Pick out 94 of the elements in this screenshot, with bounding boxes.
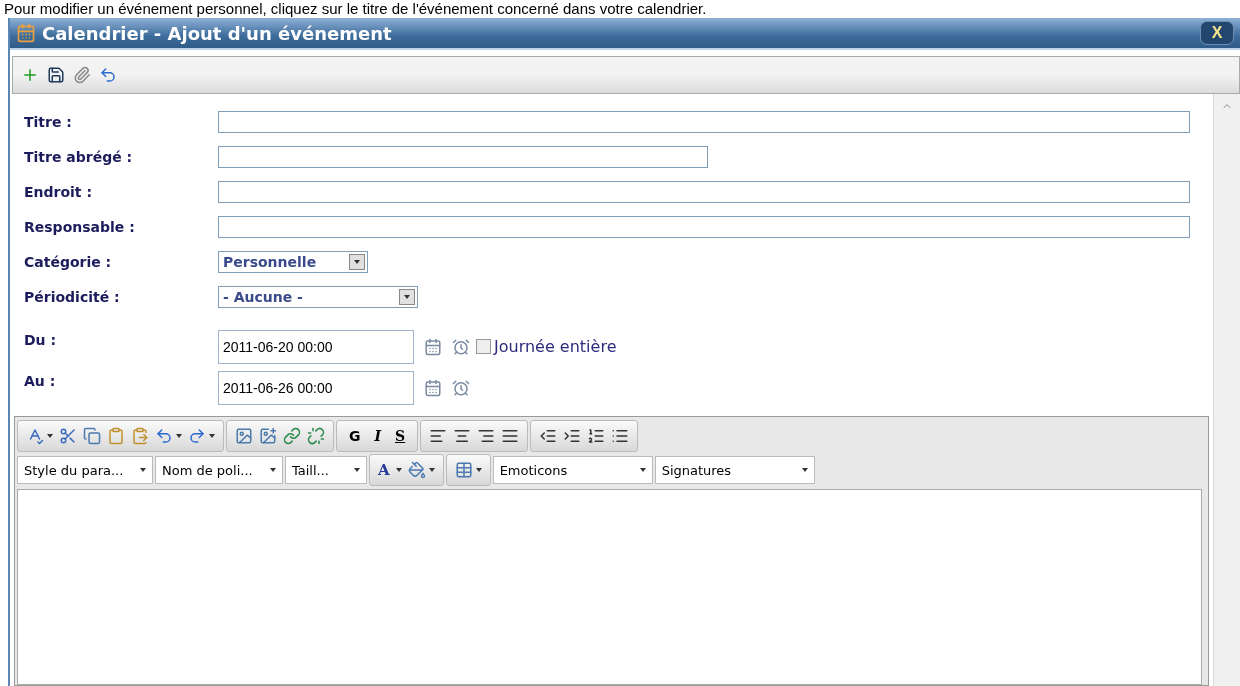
dropdown[interactable]: Taill... xyxy=(285,456,367,484)
checkbox[interactable] xyxy=(476,339,491,354)
save-button[interactable] xyxy=(47,66,65,84)
align-center-button[interactable] xyxy=(453,427,472,445)
align-justify-icon xyxy=(501,427,520,445)
paint-bucket-button[interactable] xyxy=(407,461,435,479)
cut-icon xyxy=(59,427,77,445)
align-right-button[interactable] xyxy=(477,427,496,445)
image-icon xyxy=(235,427,253,445)
undo-icon xyxy=(99,66,117,84)
calendar-button[interactable] xyxy=(424,337,442,356)
caret-icon xyxy=(395,468,402,472)
calendar-button[interactable] xyxy=(424,378,442,397)
table-icon xyxy=(454,461,473,479)
redo-button[interactable] xyxy=(188,427,215,445)
image-frame-button[interactable] xyxy=(259,427,277,445)
caret-icon xyxy=(428,468,435,472)
select-field[interactable]: - Aucune - xyxy=(218,285,418,308)
add-icon xyxy=(21,66,39,84)
field-label: Responsable : xyxy=(24,218,136,235)
numbered-list-icon xyxy=(587,427,606,445)
undo-icon xyxy=(155,427,173,445)
align-left-icon xyxy=(429,427,448,445)
select-field[interactable]: Personnelle xyxy=(218,250,368,273)
calendar-icon xyxy=(424,378,442,397)
copy-icon xyxy=(83,427,101,445)
dropdown[interactable]: Style du para... xyxy=(17,456,153,484)
calendar-icon xyxy=(424,337,442,356)
dropdown[interactable]: Nom de poli... xyxy=(155,456,283,484)
paperclip-icon xyxy=(73,66,91,84)
indent-button[interactable] xyxy=(563,427,582,445)
window-title: Calendrier - Ajout d'un événement xyxy=(42,22,393,44)
date-field[interactable]: 2011-06-20 00:00 xyxy=(218,329,414,364)
outdent-button[interactable] xyxy=(539,427,558,445)
image-button[interactable] xyxy=(235,427,253,445)
numbered-list-button[interactable] xyxy=(587,427,606,445)
undo-button[interactable] xyxy=(99,66,117,84)
align-justify-button[interactable] xyxy=(501,427,520,445)
date-label: Du : xyxy=(24,331,58,348)
field-label: Titre : xyxy=(24,113,73,130)
link-icon xyxy=(283,427,301,445)
dropdown[interactable]: Signatures xyxy=(654,456,815,484)
table-button[interactable] xyxy=(454,461,482,479)
align-center-icon xyxy=(453,427,472,445)
text-field[interactable] xyxy=(218,145,708,168)
redo-icon xyxy=(188,427,206,445)
text-field[interactable] xyxy=(218,215,1190,238)
scrollbar[interactable] xyxy=(1213,94,1240,686)
add-button[interactable] xyxy=(21,66,39,84)
calendar-icon xyxy=(16,23,36,43)
dropdown[interactable]: Emoticons xyxy=(492,456,653,484)
format-button[interactable]: S xyxy=(391,428,410,444)
paste-word-icon xyxy=(131,427,149,445)
field-label: Périodicité : xyxy=(24,288,121,305)
save-icon xyxy=(47,66,65,84)
format-button[interactable]: I xyxy=(370,428,386,444)
link-button[interactable] xyxy=(283,427,301,445)
paste-word-button[interactable] xyxy=(131,427,149,445)
alarm-clock-button[interactable] xyxy=(452,337,470,356)
caret-icon xyxy=(209,434,215,438)
alarm-clock-button[interactable] xyxy=(452,378,470,397)
unlink-button[interactable] xyxy=(307,427,325,445)
undo-button[interactable] xyxy=(155,427,182,445)
field-label: Endroit : xyxy=(24,183,94,200)
format-button[interactable]: G xyxy=(345,428,365,444)
alarm-clock-icon xyxy=(452,337,470,356)
copy-button[interactable] xyxy=(83,427,101,445)
date-field[interactable]: 2011-06-26 00:00 xyxy=(218,370,414,405)
caret-icon xyxy=(176,434,182,438)
paste-button[interactable] xyxy=(107,427,125,445)
text-field[interactable] xyxy=(218,180,1190,203)
align-left-button[interactable] xyxy=(429,427,448,445)
text-field[interactable] xyxy=(218,110,1190,133)
outdent-icon xyxy=(539,427,558,445)
image-frame-icon xyxy=(259,427,277,445)
font-color-button[interactable]: A xyxy=(378,461,390,479)
indent-icon xyxy=(563,427,582,445)
cut-button[interactable] xyxy=(59,427,77,445)
bullet-list-button[interactable] xyxy=(611,427,630,445)
alarm-clock-icon xyxy=(452,378,470,397)
align-right-icon xyxy=(477,427,496,445)
field-label: Catégorie : xyxy=(24,253,113,270)
caret-icon xyxy=(47,434,53,438)
checkbox-label: Journée entière xyxy=(494,337,617,356)
date-label: Au : xyxy=(24,372,57,389)
caret-icon xyxy=(475,468,482,472)
bullet-list-icon xyxy=(611,427,630,445)
paperclip-button[interactable] xyxy=(73,66,91,84)
close-button[interactable]: X xyxy=(1200,21,1234,45)
instruction-text: Pour modifier un événement personnel, cliquez sur le titre de l'événement concerné dans votre calendrier. xyxy=(3,0,708,18)
paste-icon xyxy=(107,427,125,445)
unlink-icon xyxy=(307,427,325,445)
paint-bucket-icon xyxy=(407,461,426,479)
field-label: Titre abrégé : xyxy=(24,148,134,165)
